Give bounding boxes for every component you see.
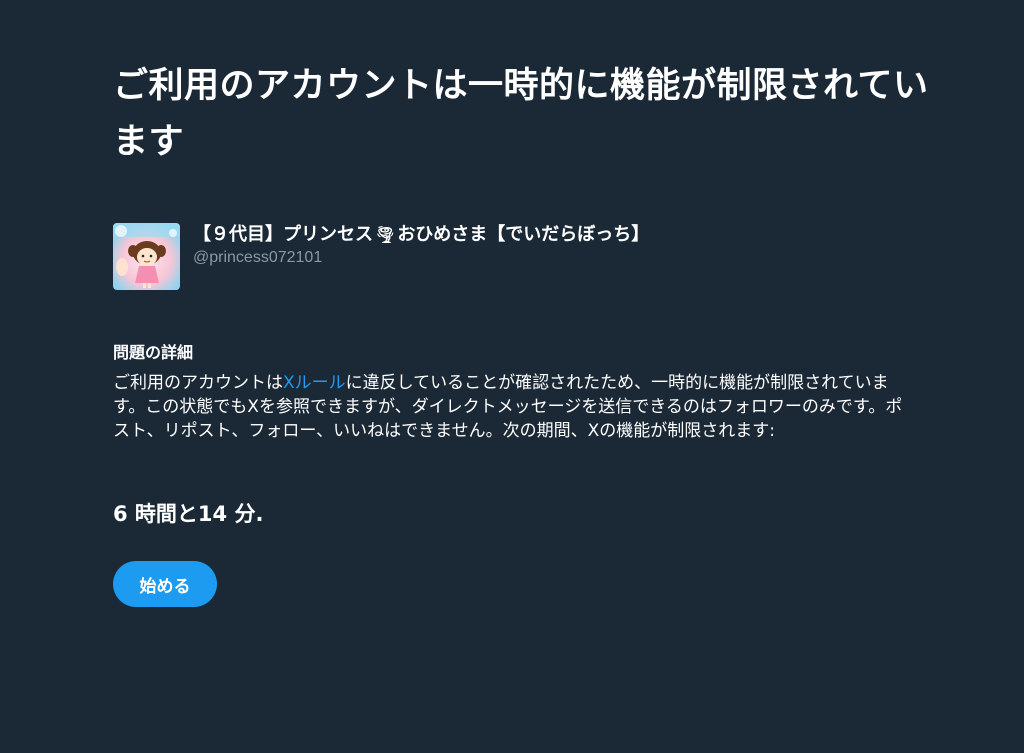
display-name: 【９代目】プリンセス 🌪 おひめさま【でいだらぼっち】 (193, 223, 649, 247)
tornado-icon: 🌪 (375, 225, 396, 244)
start-button[interactable]: 始める (113, 561, 217, 607)
avatar (113, 223, 180, 290)
details-text-lead: ご利用のアカウントは (113, 373, 283, 393)
page-title: ご利用のアカウントは一時的に機能が制限されています (113, 66, 929, 162)
x-rules-link[interactable]: Xルール (283, 373, 346, 393)
account-profile: 【９代目】プリンセス 🌪 おひめさま【でいだらぼっち】 @princess07210… (113, 222, 933, 292)
restriction-duration: 6 時間と14 分. (113, 502, 264, 526)
account-handle: @princess072101 (193, 249, 323, 266)
details-text: ご利用のアカウントはXルールに違反していることが確認されたため、一時的に機能が制… (113, 371, 918, 443)
display-name-prefix: 【９代目】プリンセス (193, 224, 373, 245)
details-heading: 問題の詳細 (113, 343, 194, 362)
display-name-suffix: おひめさま【でいだらぼっち】 (397, 224, 650, 245)
